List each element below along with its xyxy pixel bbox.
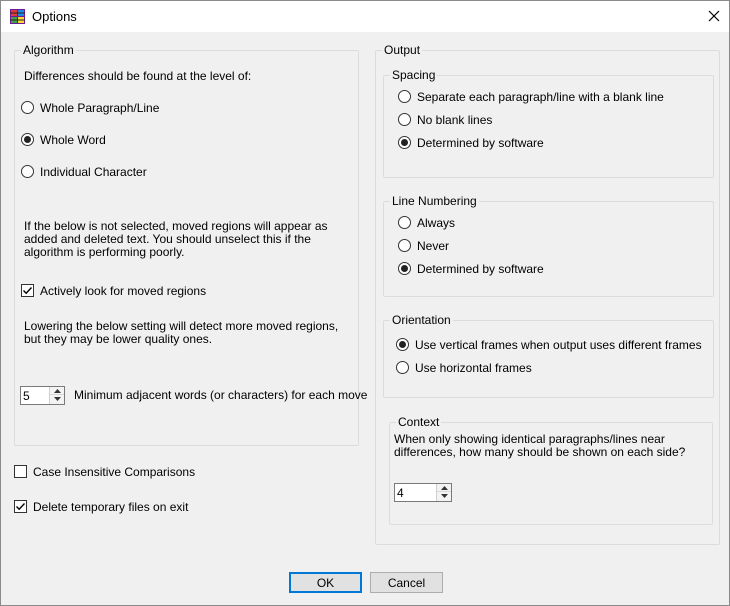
context-stepper[interactable] <box>394 483 452 502</box>
context-input[interactable] <box>395 484 435 501</box>
arrow-up-icon <box>440 485 448 490</box>
close-icon <box>708 10 720 22</box>
ok-button[interactable]: OK <box>289 572 362 593</box>
context-spin-buttons <box>436 484 451 501</box>
moved-regions-info: If the below is not selected, moved regi… <box>24 219 328 259</box>
moved-regions-checkbox[interactable] <box>21 284 34 297</box>
context-info: When only showing identical paragraphs/l… <box>394 432 686 459</box>
level-prompt: Differences should be found at the level… <box>24 69 252 83</box>
radio-whole-paragraph[interactable] <box>21 101 34 114</box>
orientation-legend: Orientation <box>390 313 453 327</box>
radio-numbering-never[interactable] <box>398 239 411 252</box>
radio-numbering-never-label[interactable]: Never <box>417 239 449 253</box>
radio-separate-blank-line[interactable] <box>398 90 411 103</box>
arrow-down-icon <box>53 397 61 401</box>
options-dialog: Options Algorithm Differences should be … <box>0 0 730 606</box>
radio-vertical-frames[interactable] <box>396 338 409 351</box>
orientation-group: Orientation <box>383 313 714 398</box>
radio-horizontal-frames[interactable] <box>396 361 409 374</box>
min-words-down-button[interactable] <box>50 395 64 403</box>
radio-spacing-software[interactable] <box>398 136 411 149</box>
min-words-label: Minimum adjacent words (or characters) f… <box>74 388 368 402</box>
moved-regions-label[interactable]: Actively look for moved regions <box>40 284 206 298</box>
ok-button-label: OK <box>316 575 335 590</box>
radio-no-blank-lines-label[interactable]: No blank lines <box>417 113 492 127</box>
radio-individual-character[interactable] <box>21 165 34 178</box>
radio-whole-word-label[interactable]: Whole Word <box>40 133 106 147</box>
cancel-button-label: Cancel <box>387 575 426 590</box>
case-insensitive-checkbox[interactable] <box>14 465 27 478</box>
delete-temp-checkbox[interactable] <box>14 500 27 513</box>
radio-horizontal-frames-label[interactable]: Use horizontal frames <box>415 361 532 375</box>
delete-temp-label[interactable]: Delete temporary files on exit <box>33 500 188 514</box>
checkmark-icon <box>23 287 33 295</box>
radio-numbering-always[interactable] <box>398 216 411 229</box>
context-up-button[interactable] <box>437 484 451 492</box>
arrow-down-icon <box>440 494 448 498</box>
radio-no-blank-lines[interactable] <box>398 113 411 126</box>
radio-individual-character-label[interactable]: Individual Character <box>40 165 147 179</box>
min-words-spin-buttons <box>49 387 64 404</box>
radio-spacing-software-label[interactable]: Determined by software <box>417 136 544 150</box>
close-button[interactable] <box>699 1 729 31</box>
arrow-up-icon <box>53 388 61 393</box>
min-words-stepper[interactable] <box>20 386 65 405</box>
radio-whole-word[interactable] <box>21 133 34 146</box>
context-down-button[interactable] <box>437 492 451 500</box>
checkmark-icon <box>16 503 26 511</box>
min-words-input[interactable] <box>21 387 49 404</box>
radio-vertical-frames-label[interactable]: Use vertical frames when output uses dif… <box>415 338 702 352</box>
output-legend: Output <box>382 43 423 57</box>
app-icon <box>10 9 25 24</box>
lower-setting-info: Lowering the below setting will detect m… <box>24 319 339 346</box>
window-title: Options <box>32 9 77 24</box>
radio-whole-paragraph-label[interactable]: Whole Paragraph/Line <box>40 101 159 115</box>
context-legend: Context <box>396 415 442 429</box>
radio-numbering-software-label[interactable]: Determined by software <box>417 262 544 276</box>
case-insensitive-label[interactable]: Case Insensitive Comparisons <box>33 465 195 479</box>
cancel-button[interactable]: Cancel <box>370 572 443 593</box>
min-words-up-button[interactable] <box>50 387 64 395</box>
radio-numbering-software[interactable] <box>398 262 411 275</box>
line-numbering-legend: Line Numbering <box>390 194 479 208</box>
title-bar[interactable]: Options <box>1 1 729 32</box>
radio-separate-blank-line-label[interactable]: Separate each paragraph/line with a blan… <box>417 90 664 104</box>
radio-numbering-always-label[interactable]: Always <box>417 216 455 230</box>
spacing-legend: Spacing <box>390 68 438 82</box>
algorithm-legend: Algorithm <box>21 43 76 57</box>
